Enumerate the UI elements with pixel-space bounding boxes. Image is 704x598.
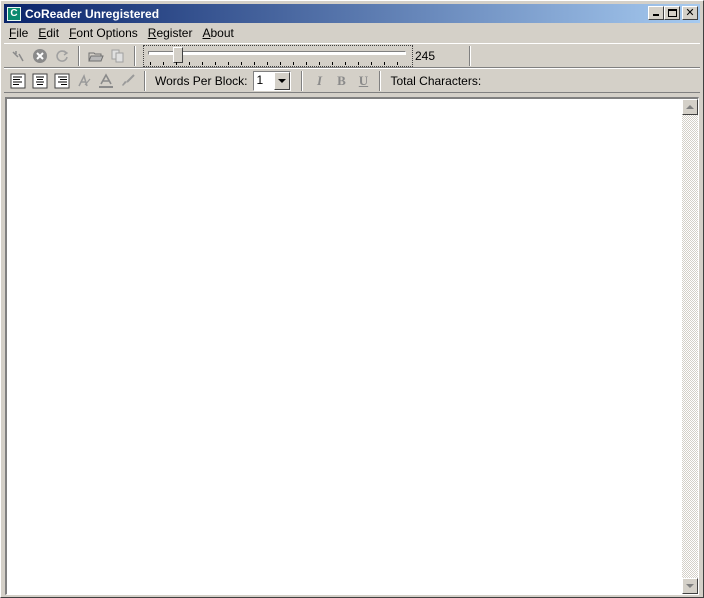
bold-button[interactable]: B [330,70,352,92]
toolbar-separator [134,45,136,66]
scroll-up-button[interactable] [682,99,698,115]
menu-font-options[interactable]: Font Options [64,24,143,42]
slider-track [148,50,406,55]
reading-speed-slider[interactable] [143,44,413,67]
menu-edit[interactable]: Edit [33,24,64,42]
text-editor[interactable] [5,97,699,595]
font-color-icon [99,72,113,88]
stop-icon [33,48,47,63]
copy-button[interactable] [107,45,129,67]
minimize-icon [653,14,659,16]
refresh-button[interactable] [51,45,73,67]
menu-bar: File Edit Font Options Register About [4,24,239,42]
toolbar-separator [144,70,146,91]
align-left-icon [10,73,26,88]
maximize-icon [668,9,677,17]
copy-icon [111,49,124,62]
words-per-block-value: 1 [256,72,264,87]
menu-register[interactable]: Register [143,24,198,42]
chevron-down-icon [278,78,287,83]
brush-icon [122,73,135,86]
menu-file[interactable]: File [4,24,33,42]
start-reading-icon [12,50,24,61]
arrow-up-icon [686,105,694,109]
words-per-block-label: Words Per Block: [155,73,248,88]
reading-speed-value: 245 [415,48,436,63]
maximize-button[interactable] [664,6,680,20]
font-style-icon [78,73,91,86]
minimize-button[interactable] [648,6,664,20]
vertical-scrollbar[interactable] [682,99,698,594]
font-style-button[interactable] [73,70,95,92]
align-left-button[interactable] [7,70,29,92]
dropdown-button[interactable] [274,71,291,90]
menu-about[interactable]: About [197,24,238,42]
close-button[interactable]: ✕ [682,6,698,20]
highlight-button[interactable] [117,70,139,92]
start-reading-button[interactable] [7,45,29,67]
toolbar-separator [301,70,304,91]
italic-button[interactable]: I [308,70,330,92]
stop-button[interactable] [29,45,51,67]
close-icon: ✕ [685,6,695,19]
arrow-down-icon [686,584,694,588]
align-right-icon [54,73,70,88]
slider-ticks [150,61,404,65]
title-bar[interactable]: C CoReader Unregistered ✕ [4,4,700,23]
slider-thumb[interactable] [173,46,183,63]
toolbar-separator [469,45,472,66]
words-per-block-select[interactable]: 1 [253,70,292,91]
align-center-button[interactable] [29,70,51,92]
window-title: CoReader Unregistered [25,6,160,21]
coreader-window: C CoReader Unregistered ✕ File Edit Font… [0,0,704,598]
main-toolbar: 245 [4,43,700,68]
refresh-icon [56,49,69,62]
app-icon[interactable]: C [7,6,21,21]
align-center-icon [32,73,48,88]
toolbar-separator [78,45,80,66]
scroll-down-button[interactable] [682,578,698,594]
open-button[interactable] [85,45,107,67]
font-color-button[interactable] [95,70,117,92]
open-folder-icon [88,52,104,61]
total-characters-label: Total Characters: [390,73,482,88]
align-right-button[interactable] [51,70,73,92]
format-toolbar: Words Per Block: 1 I B U Total Character… [4,68,700,93]
toolbar-separator [379,70,382,91]
title-bar-controls: ✕ [648,6,698,20]
underline-button[interactable]: U [352,70,374,92]
